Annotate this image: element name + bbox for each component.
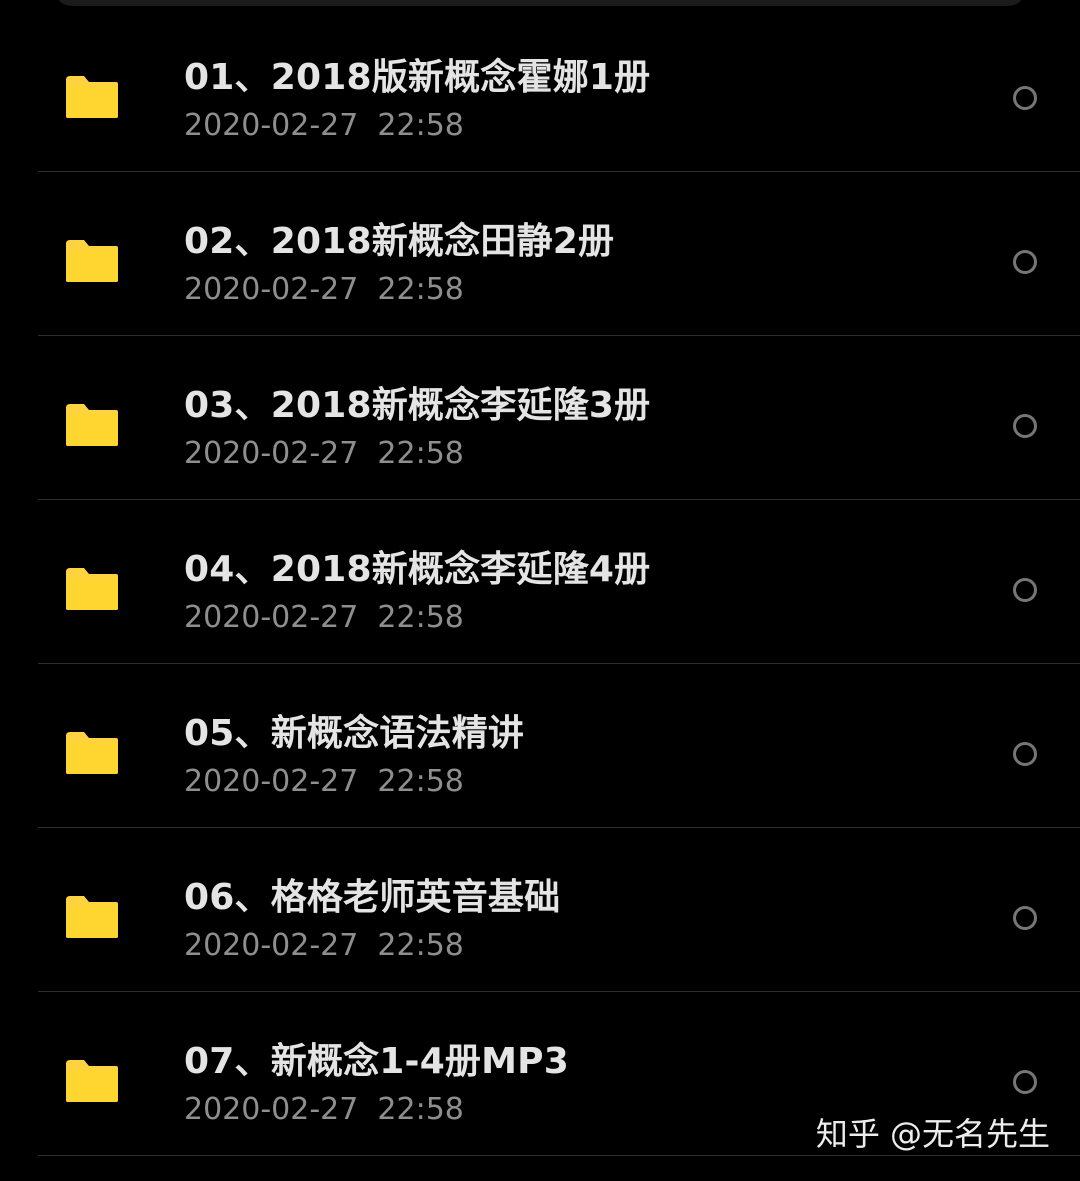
folder-icon	[66, 404, 118, 446]
file-date: 2020-02-27 22:58	[184, 272, 464, 307]
folder-icon	[66, 76, 118, 118]
radio-circle-icon[interactable]	[1013, 906, 1037, 930]
file-row-3[interactable]: 03、2018新概念李延隆3册 2020-02-27 22:58	[0, 336, 1080, 500]
radio-circle-icon[interactable]	[1013, 1070, 1037, 1094]
folder-icon	[66, 1060, 118, 1102]
folder-icon	[66, 732, 118, 774]
radio-circle-icon[interactable]	[1013, 578, 1037, 602]
radio-circle-icon[interactable]	[1013, 742, 1037, 766]
file-date: 2020-02-27 22:58	[184, 928, 464, 963]
file-date: 2020-02-27 22:58	[184, 436, 464, 471]
file-row-2[interactable]: 02、2018新概念田静2册 2020-02-27 22:58	[0, 172, 1080, 336]
top-search-bar[interactable]	[54, 0, 1026, 6]
file-date: 2020-02-27 22:58	[184, 108, 464, 143]
file-name: 07、新概念1-4册MP3	[184, 1041, 569, 1082]
file-row-6[interactable]: 06、格格老师英音基础 2020-02-27 22:58	[0, 828, 1080, 992]
file-name: 04、2018新概念李延隆4册	[184, 549, 651, 590]
folder-icon	[66, 568, 118, 610]
file-name: 01、2018版新概念霍娜1册	[184, 57, 651, 98]
file-name: 02、2018新概念田静2册	[184, 221, 615, 262]
file-row-4[interactable]: 04、2018新概念李延隆4册 2020-02-27 22:58	[0, 500, 1080, 664]
file-name: 06、格格老师英音基础	[184, 877, 561, 918]
watermark: 知乎 @无名先生	[815, 1115, 1050, 1153]
file-row-1[interactable]: 01、2018版新概念霍娜1册 2020-02-27 22:58	[0, 8, 1080, 172]
folder-icon	[66, 240, 118, 282]
radio-circle-icon[interactable]	[1013, 86, 1037, 110]
file-date: 2020-02-27 22:58	[184, 600, 464, 635]
folder-icon	[66, 896, 118, 938]
file-row-5[interactable]: 05、新概念语法精讲 2020-02-27 22:58	[0, 664, 1080, 828]
file-name: 05、新概念语法精讲	[184, 713, 525, 754]
radio-circle-icon[interactable]	[1013, 414, 1037, 438]
file-date: 2020-02-27 22:58	[184, 764, 464, 799]
file-date: 2020-02-27 22:58	[184, 1092, 464, 1127]
file-name: 03、2018新概念李延隆3册	[184, 385, 651, 426]
row-divider	[38, 1155, 1080, 1156]
radio-circle-icon[interactable]	[1013, 250, 1037, 274]
